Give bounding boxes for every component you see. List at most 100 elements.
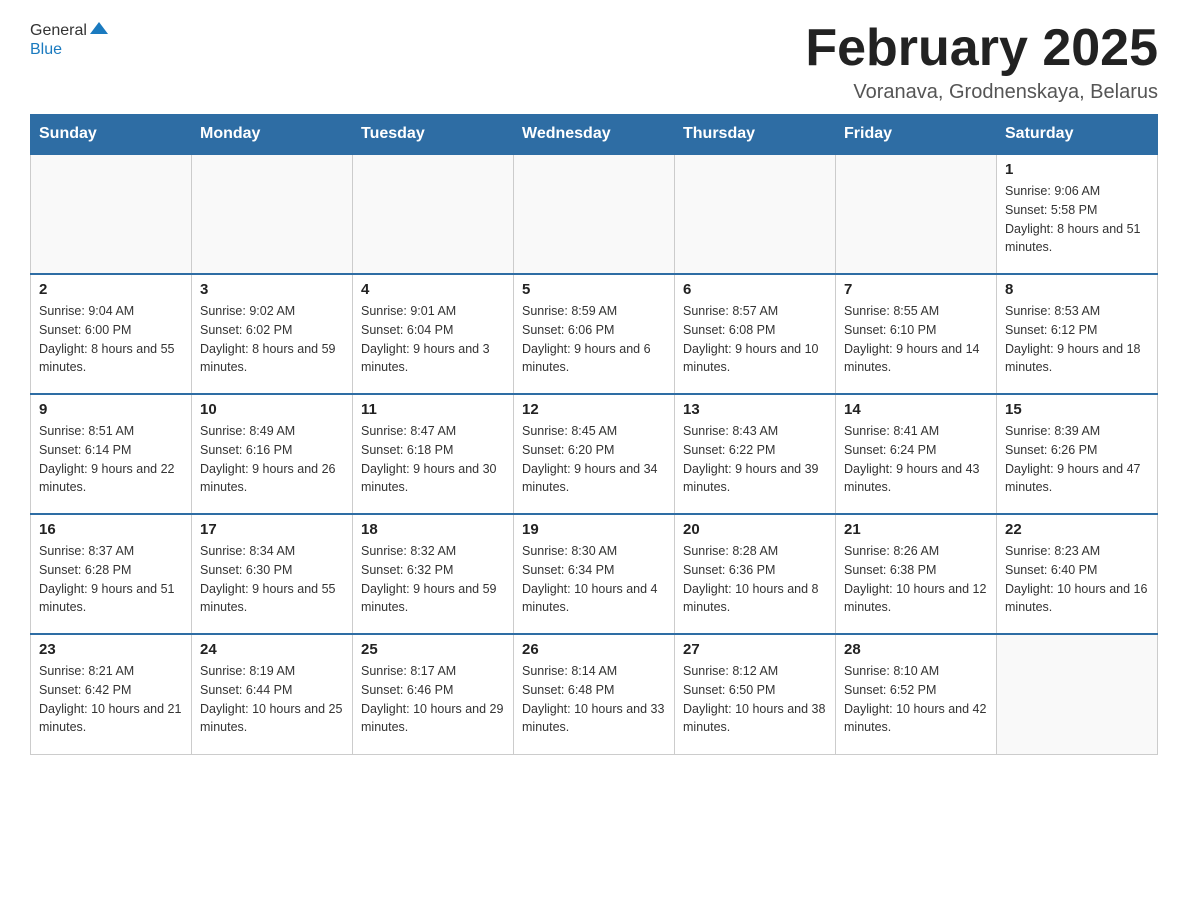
week-row-2: 2 Sunrise: 9:04 AMSunset: 6:00 PMDaylight… <box>31 274 1158 394</box>
day-info: Sunrise: 8:45 AMSunset: 6:20 PMDaylight:… <box>522 422 666 497</box>
day-number: 5 <box>522 281 666 298</box>
calendar-cell: 28 Sunrise: 8:10 AMSunset: 6:52 PMDayligh… <box>836 634 997 754</box>
week-row-3: 9 Sunrise: 8:51 AMSunset: 6:14 PMDaylight… <box>31 394 1158 514</box>
calendar-cell: 21 Sunrise: 8:26 AMSunset: 6:38 PMDayligh… <box>836 514 997 634</box>
calendar-cell <box>836 154 997 274</box>
day-info: Sunrise: 8:30 AMSunset: 6:34 PMDaylight:… <box>522 542 666 617</box>
calendar-cell <box>353 154 514 274</box>
day-info: Sunrise: 8:57 AMSunset: 6:08 PMDaylight:… <box>683 302 827 377</box>
location-text: Voranava, Grodnenskaya, Belarus <box>805 81 1158 104</box>
day-number: 27 <box>683 641 827 658</box>
calendar-cell <box>675 154 836 274</box>
weekday-header-wednesday: Wednesday <box>514 115 675 155</box>
calendar-cell: 13 Sunrise: 8:43 AMSunset: 6:22 PMDayligh… <box>675 394 836 514</box>
calendar-cell: 2 Sunrise: 9:04 AMSunset: 6:00 PMDaylight… <box>31 274 192 394</box>
calendar-cell: 18 Sunrise: 8:32 AMSunset: 6:32 PMDayligh… <box>353 514 514 634</box>
calendar-cell: 17 Sunrise: 8:34 AMSunset: 6:30 PMDayligh… <box>192 514 353 634</box>
weekday-header-monday: Monday <box>192 115 353 155</box>
day-info: Sunrise: 8:43 AMSunset: 6:22 PMDaylight:… <box>683 422 827 497</box>
day-number: 1 <box>1005 161 1149 178</box>
day-number: 19 <box>522 521 666 538</box>
logo: General Blue <box>30 20 108 59</box>
day-info: Sunrise: 8:14 AMSunset: 6:48 PMDaylight:… <box>522 662 666 737</box>
calendar-cell: 1 Sunrise: 9:06 AMSunset: 5:58 PMDaylight… <box>997 154 1158 274</box>
day-number: 18 <box>361 521 505 538</box>
logo-triangle-icon <box>90 20 108 36</box>
day-info: Sunrise: 9:02 AMSunset: 6:02 PMDaylight:… <box>200 302 344 377</box>
day-number: 14 <box>844 401 988 418</box>
calendar-cell: 10Sunrise: 8:49 AMSunset: 6:16 PMDayligh… <box>192 394 353 514</box>
day-info: Sunrise: 8:59 AMSunset: 6:06 PMDaylight:… <box>522 302 666 377</box>
calendar-cell: 4Sunrise: 9:01 AMSunset: 6:04 PMDaylight… <box>353 274 514 394</box>
day-info: Sunrise: 8:10 AMSunset: 6:52 PMDaylight:… <box>844 662 988 737</box>
day-info: Sunrise: 8:37 AMSunset: 6:28 PMDaylight:… <box>39 542 183 617</box>
calendar-cell: 19 Sunrise: 8:30 AMSunset: 6:34 PMDayligh… <box>514 514 675 634</box>
week-row-4: 16Sunrise: 8:37 AMSunset: 6:28 PMDayligh… <box>31 514 1158 634</box>
calendar-cell: 5 Sunrise: 8:59 AMSunset: 6:06 PMDaylight… <box>514 274 675 394</box>
calendar-cell: 23Sunrise: 8:21 AMSunset: 6:42 PMDayligh… <box>31 634 192 754</box>
calendar-cell: 25 Sunrise: 8:17 AMSunset: 6:46 PMDayligh… <box>353 634 514 754</box>
day-info: Sunrise: 8:39 AMSunset: 6:26 PMDaylight:… <box>1005 422 1149 497</box>
day-number: 8 <box>1005 281 1149 298</box>
page-header: General Blue February 2025 Voranava, Gro… <box>30 20 1158 104</box>
day-info: Sunrise: 9:06 AMSunset: 5:58 PMDaylight:… <box>1005 182 1149 257</box>
logo-general-text: General <box>30 22 87 40</box>
day-number: 22 <box>1005 521 1149 538</box>
calendar-cell: 27 Sunrise: 8:12 AMSunset: 6:50 PMDayligh… <box>675 634 836 754</box>
day-number: 9 <box>39 401 183 418</box>
day-number: 2 <box>39 281 183 298</box>
day-number: 12 <box>522 401 666 418</box>
day-number: 17 <box>200 521 344 538</box>
calendar-cell: 3 Sunrise: 9:02 AMSunset: 6:02 PMDaylight… <box>192 274 353 394</box>
day-info: Sunrise: 9:04 AMSunset: 6:00 PMDaylight:… <box>39 302 183 377</box>
calendar-cell <box>997 634 1158 754</box>
day-info: Sunrise: 8:28 AMSunset: 6:36 PMDaylight:… <box>683 542 827 617</box>
calendar-cell: 7Sunrise: 8:55 AMSunset: 6:10 PMDaylight… <box>836 274 997 394</box>
week-row-1: 1 Sunrise: 9:06 AMSunset: 5:58 PMDaylight… <box>31 154 1158 274</box>
day-info: Sunrise: 8:41 AMSunset: 6:24 PMDaylight:… <box>844 422 988 497</box>
day-number: 28 <box>844 641 988 658</box>
day-info: Sunrise: 8:51 AMSunset: 6:14 PMDaylight:… <box>39 422 183 497</box>
day-info: Sunrise: 8:23 AMSunset: 6:40 PMDaylight:… <box>1005 542 1149 617</box>
day-info: Sunrise: 8:21 AMSunset: 6:42 PMDaylight:… <box>39 662 183 737</box>
calendar-cell: 11Sunrise: 8:47 AMSunset: 6:18 PMDayligh… <box>353 394 514 514</box>
day-number: 13 <box>683 401 827 418</box>
calendar-cell: 16Sunrise: 8:37 AMSunset: 6:28 PMDayligh… <box>31 514 192 634</box>
weekday-header-row: SundayMondayTuesdayWednesdayThursdayFrid… <box>31 115 1158 155</box>
day-number: 21 <box>844 521 988 538</box>
day-number: 25 <box>361 641 505 658</box>
weekday-header-thursday: Thursday <box>675 115 836 155</box>
day-info: Sunrise: 8:49 AMSunset: 6:16 PMDaylight:… <box>200 422 344 497</box>
day-info: Sunrise: 8:53 AMSunset: 6:12 PMDaylight:… <box>1005 302 1149 377</box>
day-number: 24 <box>200 641 344 658</box>
day-info: Sunrise: 8:32 AMSunset: 6:32 PMDaylight:… <box>361 542 505 617</box>
weekday-header-friday: Friday <box>836 115 997 155</box>
day-number: 3 <box>200 281 344 298</box>
calendar-cell: 26Sunrise: 8:14 AMSunset: 6:48 PMDayligh… <box>514 634 675 754</box>
calendar-cell: 6 Sunrise: 8:57 AMSunset: 6:08 PMDaylight… <box>675 274 836 394</box>
day-info: Sunrise: 8:12 AMSunset: 6:50 PMDaylight:… <box>683 662 827 737</box>
calendar-cell: 12 Sunrise: 8:45 AMSunset: 6:20 PMDayligh… <box>514 394 675 514</box>
day-number: 15 <box>1005 401 1149 418</box>
weekday-header-saturday: Saturday <box>997 115 1158 155</box>
day-info: Sunrise: 8:34 AMSunset: 6:30 PMDaylight:… <box>200 542 344 617</box>
title-section: February 2025 Voranava, Grodnenskaya, Be… <box>805 20 1158 104</box>
calendar-cell <box>514 154 675 274</box>
calendar-cell: 9 Sunrise: 8:51 AMSunset: 6:14 PMDaylight… <box>31 394 192 514</box>
calendar-cell: 14 Sunrise: 8:41 AMSunset: 6:24 PMDayligh… <box>836 394 997 514</box>
day-info: Sunrise: 8:17 AMSunset: 6:46 PMDaylight:… <box>361 662 505 737</box>
calendar-cell: 22 Sunrise: 8:23 AMSunset: 6:40 PMDayligh… <box>997 514 1158 634</box>
day-number: 20 <box>683 521 827 538</box>
month-title: February 2025 <box>805 20 1158 77</box>
day-info: Sunrise: 9:01 AMSunset: 6:04 PMDaylight:… <box>361 302 505 377</box>
day-info: Sunrise: 8:19 AMSunset: 6:44 PMDaylight:… <box>200 662 344 737</box>
day-info: Sunrise: 8:55 AMSunset: 6:10 PMDaylight:… <box>844 302 988 377</box>
day-number: 11 <box>361 401 505 418</box>
calendar-cell: 24 Sunrise: 8:19 AMSunset: 6:44 PMDayligh… <box>192 634 353 754</box>
calendar-table: SundayMondayTuesdayWednesdayThursdayFrid… <box>30 114 1158 755</box>
calendar-cell: 8 Sunrise: 8:53 AMSunset: 6:12 PMDaylight… <box>997 274 1158 394</box>
day-number: 6 <box>683 281 827 298</box>
day-info: Sunrise: 8:26 AMSunset: 6:38 PMDaylight:… <box>844 542 988 617</box>
calendar-cell <box>31 154 192 274</box>
calendar-cell: 15 Sunrise: 8:39 AMSunset: 6:26 PMDayligh… <box>997 394 1158 514</box>
